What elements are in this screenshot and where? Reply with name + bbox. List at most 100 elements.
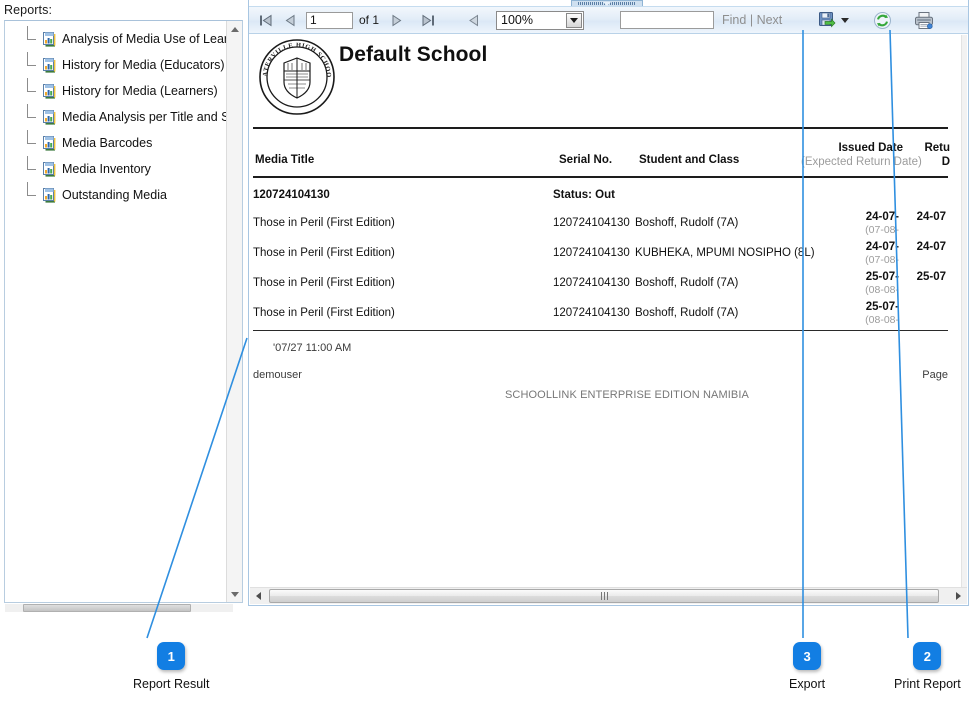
last-page-icon[interactable]	[419, 11, 437, 29]
tree-connector-line	[27, 78, 28, 91]
chevron-down-icon[interactable]	[841, 17, 850, 23]
cell-serial-no: 120724104130	[553, 277, 630, 289]
sidebar-title: Reports:	[4, 3, 53, 17]
sidebar-item-label: Media Inventory	[62, 162, 151, 176]
report-right-edge	[961, 35, 967, 587]
cell-media-title: Those in Peril (First Edition)	[253, 247, 395, 259]
find-button[interactable]: Find	[722, 13, 746, 27]
scrollbar-thumb[interactable]	[269, 589, 939, 603]
table-row: Those in Peril (First Edition) 120724104…	[249, 270, 952, 300]
next-page-icon[interactable]	[388, 11, 406, 29]
tree-connector-line	[27, 104, 28, 117]
cell-student-and-class: Boshoff, Rudolf (7A)	[635, 277, 739, 289]
callout-export[interactable]: 3 Export	[789, 642, 825, 691]
sidebar-horizontal-scrollbar[interactable]	[5, 604, 233, 612]
cell-issued-date: 25-07-	[865, 271, 899, 283]
cell-student-and-class: Boshoff, Rudolf (7A)	[635, 307, 739, 319]
find-controls: Find | Next	[722, 13, 782, 27]
scroll-left-icon[interactable]	[250, 588, 267, 604]
find-separator: |	[749, 13, 754, 27]
footer-user: demouser	[253, 369, 302, 381]
find-input[interactable]	[620, 11, 715, 29]
cell-issued-date: 25-07-	[865, 301, 899, 313]
footer-timestamp: '07/27 11:00 AM	[273, 342, 352, 354]
school-crest-logo: WATERVILLE HIGH SCHOOL	[255, 34, 336, 116]
callout-label: Export	[789, 677, 826, 691]
sidebar-item-label: Analysis of Media Use of Learners	[62, 32, 227, 46]
sidebar-item-label: Media Barcodes	[62, 136, 153, 150]
cell-expected-return-date: (08-08-	[865, 314, 899, 326]
sidebar-item-history-for-media-educators[interactable]: History for Media (Educators)	[5, 52, 227, 78]
scroll-down-icon[interactable]	[227, 586, 242, 602]
export-save-icon[interactable]	[816, 9, 838, 31]
report-page: WATERVILLE HIGH SCHOOL Default School Me…	[249, 34, 952, 411]
tree-elbow-line	[27, 65, 36, 66]
previous-page-icon[interactable]	[281, 11, 299, 29]
sidebar-item-label: History for Media (Educators)	[62, 58, 225, 72]
report-toolbar: of 1 100%	[249, 6, 968, 34]
cell-return-date: 24-07	[916, 211, 946, 223]
sidebar-item-outstanding-media[interactable]: Outstanding Media	[5, 182, 227, 208]
scroll-right-icon[interactable]	[950, 588, 967, 604]
tree-elbow-line	[27, 195, 36, 196]
export-controls[interactable]	[816, 9, 850, 31]
back-arrow-icon[interactable]	[464, 11, 482, 29]
callout-badge: 3	[793, 642, 822, 670]
reports-sidebar: Reports: Analysis of Media Use of Lear H…	[0, 0, 246, 612]
report-document-icon	[41, 31, 57, 47]
sidebar-vertical-scrollbar[interactable]	[226, 21, 242, 602]
report-column-headers: Media Title Serial No. Student and Class…	[253, 129, 950, 178]
report-scroll-surface[interactable]: WATERVILLE HIGH SCHOOL Default School Me…	[249, 34, 968, 605]
cell-student-and-class: Boshoff, Rudolf (7A)	[635, 217, 739, 229]
sidebar-item-media-analysis-per-title-and-status[interactable]: Media Analysis per Title and Status	[5, 104, 227, 130]
sidebar-item-media-barcodes[interactable]: Media Barcodes	[5, 130, 227, 156]
report-horizontal-scrollbar[interactable]	[250, 587, 967, 604]
reports-tree: Analysis of Media Use of Learners	[4, 20, 243, 603]
column-header-issued-date: Issued Date	[838, 142, 903, 154]
report-document-icon	[41, 83, 57, 99]
report-footer: '07/27 11:00 AM demouser SCHOOLLINK ENTE…	[253, 330, 948, 411]
sidebar-item-history-for-media-learners[interactable]: History for Media (Learners)	[5, 78, 227, 104]
column-header-media-title: Media Title	[255, 154, 315, 166]
sidebar-item-label: Outstanding Media	[62, 188, 167, 202]
report-document-icon	[41, 109, 57, 125]
callout-label: Report Result	[133, 677, 210, 691]
report-header: WATERVILLE HIGH SCHOOL Default School	[253, 34, 948, 129]
sidebar-item-media-inventory[interactable]: Media Inventory	[5, 156, 227, 182]
school-name-title: Default School	[339, 43, 488, 66]
refresh-icon[interactable]	[871, 9, 893, 31]
find-next-button[interactable]: Next	[757, 13, 783, 27]
tree-connector-line	[27, 52, 28, 65]
column-header-return-date-line2: D	[941, 156, 950, 168]
printer-icon[interactable]	[913, 9, 935, 31]
page-number-input[interactable]	[306, 11, 353, 29]
cell-media-title: Those in Peril (First Edition)	[253, 307, 395, 319]
callout-report-result[interactable]: 1 Report Result	[133, 642, 209, 691]
chevron-down-icon[interactable]	[566, 12, 583, 28]
reports-tree-list: Analysis of Media Use of Learners	[5, 21, 227, 208]
cell-expected-return-date: (08-08-	[865, 284, 899, 296]
tree-elbow-line	[27, 117, 36, 118]
scrollbar-thumb[interactable]	[23, 604, 191, 612]
grip-dots-icon	[600, 592, 608, 600]
column-header-serial-no: Serial No.	[559, 154, 613, 166]
cell-expected-return-date: (07-08-	[865, 254, 899, 266]
tree-connector-line	[27, 182, 28, 195]
scroll-up-icon[interactable]	[227, 21, 242, 37]
tree-elbow-line	[27, 39, 36, 40]
cell-expected-return-date: (07-08-	[865, 224, 899, 236]
report-viewer-panel: of 1 100%	[248, 0, 969, 606]
cell-student-and-class: KUBHEKA, MPUMI NOSIPHO (8L)	[635, 247, 815, 259]
column-header-student-and-class: Student and Class	[639, 154, 740, 166]
tree-connector-line	[27, 130, 28, 143]
cell-return-date: 24-07	[916, 241, 946, 253]
callout-badge: 2	[913, 642, 942, 670]
callout-badge: 1	[157, 642, 186, 670]
callout-print-report[interactable]: 2 Print Report	[894, 642, 961, 691]
zoom-select[interactable]: 100%	[496, 10, 585, 30]
first-page-icon[interactable]	[257, 11, 275, 29]
sidebar-item-analysis-of-media-use-of-learners[interactable]: Analysis of Media Use of Learners	[5, 26, 227, 52]
tree-connector-line	[27, 156, 28, 169]
group-barcode: 120724104130	[253, 189, 330, 201]
report-document-icon	[41, 187, 57, 203]
